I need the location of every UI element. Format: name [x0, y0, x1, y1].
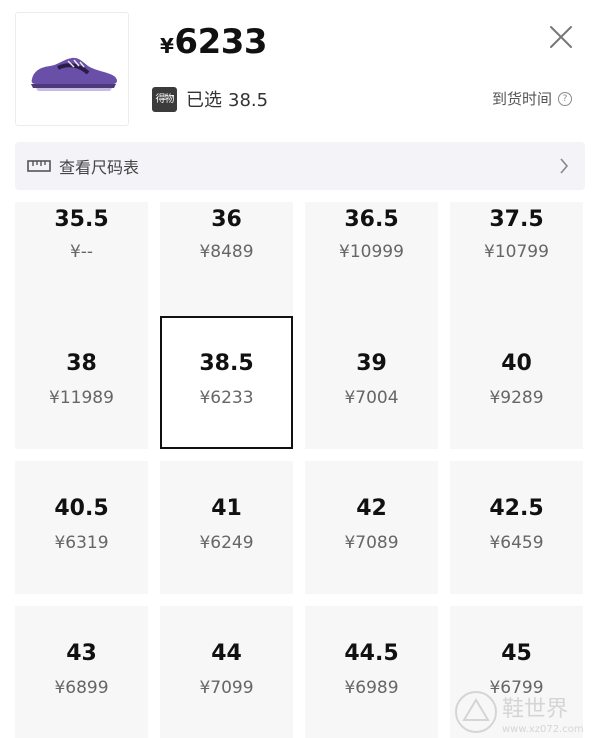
selected-size-value: 38.5 — [228, 90, 269, 111]
size-label: 42.5 — [489, 496, 544, 521]
watermark-text: 鞋世界 — [502, 697, 568, 722]
size-label: 45 — [501, 641, 532, 666]
size-option-40[interactable]: 40 ¥9289 — [450, 316, 583, 449]
size-label: 44 — [211, 641, 242, 666]
size-price: ¥7099 — [199, 678, 254, 698]
size-label: 37.5 — [489, 207, 544, 232]
size-option-36-5[interactable]: 36.5 ¥10999 — [305, 202, 438, 323]
size-label: 44.5 — [344, 641, 399, 666]
arrival-time-label: 到货时间 — [491, 90, 552, 108]
dewu-logo-badge: 得物 — [152, 86, 177, 112]
close-icon — [550, 26, 572, 48]
size-label: 40.5 — [54, 496, 109, 521]
purple-sneaker-image — [31, 57, 117, 91]
product-price: ¥6233 — [160, 22, 268, 62]
size-option-41[interactable]: 41 ¥6249 — [160, 461, 293, 594]
size-option-39[interactable]: 39 ¥7004 — [305, 316, 438, 449]
size-option-42[interactable]: 42 ¥7089 — [305, 461, 438, 594]
size-label: 35.5 — [54, 207, 109, 232]
size-option-42-5[interactable]: 42.5 ¥6459 — [450, 461, 583, 594]
size-label: 43 — [66, 641, 97, 666]
size-label: 36.5 — [344, 207, 399, 232]
size-option-37-5[interactable]: 37.5 ¥10799 — [450, 202, 583, 323]
size-price: ¥10999 — [339, 242, 404, 262]
size-chart-button[interactable]: 查看尺码表 — [15, 142, 585, 190]
ruler-icon — [27, 160, 51, 172]
size-price: ¥6249 — [199, 533, 254, 553]
size-price: ¥6989 — [344, 678, 399, 698]
selected-size-row: 得物 已选 38.5 — [152, 86, 268, 112]
size-option-44[interactable]: 44 ¥7099 — [160, 606, 293, 738]
size-label: 42 — [356, 496, 387, 521]
size-option-38-5[interactable]: 38.5 ¥6233 — [160, 316, 293, 449]
size-option-38[interactable]: 38 ¥11989 — [15, 316, 148, 449]
size-chart-label: 查看尺码表 — [59, 158, 140, 177]
size-price: ¥10799 — [484, 242, 549, 262]
size-label: 38.5 — [199, 351, 254, 376]
size-price: ¥6459 — [489, 533, 544, 553]
selected-label: 已选 — [186, 90, 222, 111]
size-label: 38 — [66, 351, 97, 376]
size-price: ¥7004 — [344, 388, 399, 408]
size-price: ¥8489 — [199, 242, 254, 262]
size-price: ¥6233 — [199, 388, 254, 408]
size-option-36[interactable]: 36 ¥8489 — [160, 202, 293, 323]
size-price: ¥11989 — [49, 388, 114, 408]
chevron-right-icon — [560, 158, 569, 174]
currency-symbol: ¥ — [160, 34, 174, 58]
watermark-subtext: www.xz072.com — [502, 724, 584, 735]
size-option-43[interactable]: 43 ¥6899 — [15, 606, 148, 738]
price-value: 6233 — [174, 22, 268, 62]
size-price: ¥7089 — [344, 533, 399, 553]
size-label: 41 — [211, 496, 242, 521]
size-price: ¥-- — [69, 242, 94, 262]
size-label: 36 — [211, 207, 242, 232]
size-price: ¥9289 — [489, 388, 544, 408]
size-option-44-5[interactable]: 44.5 ¥6989 — [305, 606, 438, 738]
size-label: 39 — [356, 351, 387, 376]
size-option-40-5[interactable]: 40.5 ¥6319 — [15, 461, 148, 594]
product-thumbnail — [15, 12, 129, 126]
arrival-time-link[interactable]: 到货时间 ? — [492, 88, 572, 109]
close-button[interactable] — [548, 24, 574, 50]
size-price: ¥6899 — [54, 678, 109, 698]
watermark-logo: 鞋世界 www.xz072.com — [455, 691, 584, 735]
question-circle-icon: ? — [558, 91, 572, 106]
size-grid: 35.5 ¥-- 36 ¥8489 36.5 ¥10999 37.5 ¥10799 38 ¥119… — [15, 202, 585, 738]
size-option-35-5[interactable]: 35.5 ¥-- — [15, 202, 148, 323]
selected-size-text: 已选 38.5 — [186, 86, 268, 112]
size-label: 40 — [501, 351, 532, 376]
size-price: ¥6319 — [54, 533, 109, 553]
